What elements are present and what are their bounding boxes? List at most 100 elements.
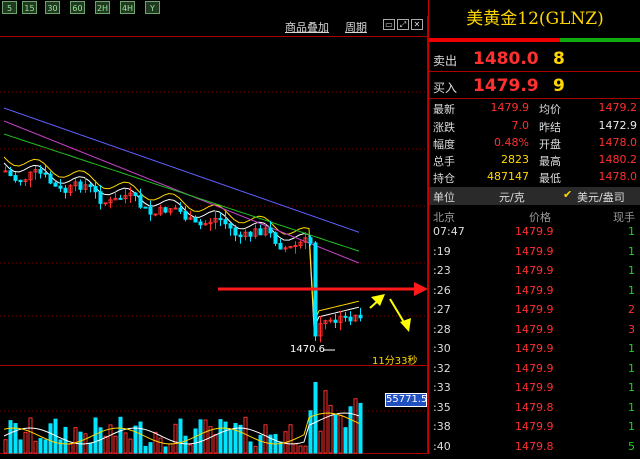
tick-row: :30 1479.9 1: [433, 342, 635, 355]
volume-bar: [148, 442, 153, 454]
period-30-button[interactable]: 30: [45, 1, 60, 14]
volume-bar: [318, 430, 323, 454]
candle-body: [358, 314, 363, 319]
volume-bar: [338, 414, 343, 454]
candle-body: [98, 191, 103, 204]
restore-icon[interactable]: ▭: [383, 19, 395, 30]
tick-row: :38 1479.9 1: [433, 420, 635, 433]
volume-bar: [73, 427, 78, 454]
volume-bar: [153, 431, 158, 454]
volume-bar: [3, 439, 8, 454]
tick-row: :26 1479.9 1: [433, 283, 635, 297]
candle-body: [178, 207, 183, 212]
maximize-icon[interactable]: ⤢: [397, 19, 409, 30]
volume-bar: [168, 443, 173, 454]
volume-bar: [238, 424, 243, 454]
unit-row: 单位 元/克 ✔ 美元/盎司: [429, 187, 640, 205]
period-15-button[interactable]: 15: [22, 1, 37, 14]
candle-body: [138, 195, 143, 208]
volume-bar: [333, 414, 338, 454]
volume-bar: [198, 419, 203, 454]
candle-body: [183, 210, 188, 220]
sell-label: 卖出: [433, 54, 458, 68]
period-link[interactable]: 周期: [345, 19, 367, 35]
check-icon: ✔: [563, 188, 573, 201]
red-arrowhead-icon: [414, 282, 428, 296]
buy-volume: 9: [553, 76, 565, 96]
volume-bar: [158, 437, 163, 454]
buy-label: 买入: [433, 81, 458, 95]
candle-body: [93, 185, 98, 193]
stat-row: 幅度 0.48% 开盘 1478.0: [433, 136, 637, 151]
candle-body: [333, 319, 338, 323]
candle-body: [193, 217, 198, 223]
volume-bar: [183, 435, 188, 454]
candle-body: [268, 227, 273, 234]
volume-bar: [133, 425, 138, 454]
candle-body: [38, 169, 43, 174]
volume-bar: [128, 438, 133, 454]
volume-bar: [78, 431, 83, 454]
ticks-header: 北京 价格 现手: [433, 211, 635, 224]
volume-bar: [173, 423, 178, 454]
volume-bar: [188, 444, 193, 454]
volume-bar: [123, 432, 128, 454]
candle-body: [63, 187, 68, 193]
tick-row: :32 1479.9 1: [433, 361, 635, 375]
candle-body: [148, 206, 153, 215]
volume-bar: [248, 441, 253, 454]
candle-body: [8, 170, 13, 177]
volume-bar: [118, 416, 123, 454]
candle-body: [348, 316, 353, 322]
volume-bar: [113, 435, 118, 454]
candle-body: [58, 185, 63, 189]
period-4h-button[interactable]: 4H: [120, 1, 135, 14]
candle-body: [278, 242, 283, 250]
stat-row: 持仓 487147 最低 1478.0: [433, 170, 637, 185]
tick-row: :40 1479.8 5: [433, 439, 635, 453]
candle-body: [273, 232, 278, 244]
kline-chart[interactable]: 商品叠加 周期 ▭ ⤢ ✕ 1470.6 11分33秒 55771.5: [0, 16, 428, 454]
volume-bar: [288, 424, 293, 454]
moving-average-line: [3, 107, 360, 233]
kline-svg: [0, 16, 428, 454]
candle-body: [13, 175, 18, 181]
period-5-button[interactable]: 5: [2, 1, 17, 14]
volume-bar: [203, 419, 208, 454]
volume-bar: [313, 381, 318, 454]
overlay-link[interactable]: 商品叠加: [285, 19, 329, 35]
volume-bar: [178, 418, 183, 454]
volume-bar: [88, 442, 93, 454]
volume-bar: [23, 431, 28, 454]
tick-row: :27 1479.9 2: [433, 303, 635, 316]
unit-cny-option[interactable]: 元/克: [499, 189, 525, 205]
candle-body: [103, 202, 108, 205]
bid-ask-ratio-bar: [429, 38, 640, 44]
candle-body: [248, 231, 253, 237]
candle-body: [163, 207, 168, 213]
volume-bar: [43, 439, 48, 454]
candle-body: [43, 172, 48, 175]
tick-row: :33 1479.9 1: [433, 381, 635, 394]
period-60-button[interactable]: 60: [70, 1, 85, 14]
volume-bar: [48, 423, 53, 454]
period-2h-button[interactable]: 2H: [95, 1, 110, 14]
volume-value-badge: 55771.5: [385, 393, 428, 407]
candle-body: [218, 217, 223, 221]
stat-row: 总手 2823 最高 1480.2: [433, 153, 637, 168]
volume-bar: [328, 404, 333, 454]
volume-bar: [303, 445, 308, 454]
period-day-button[interactable]: Y: [145, 1, 160, 14]
candle-body: [258, 228, 263, 236]
volume-bar: [193, 428, 198, 454]
sell-price: 1480.0: [473, 49, 539, 69]
volume-bar: [213, 434, 218, 454]
candle-body: [233, 227, 238, 236]
unit-usd-option[interactable]: 美元/盎司: [577, 189, 625, 205]
volume-bar: [143, 445, 148, 454]
volume-bar: [258, 434, 263, 454]
volume-bar: [33, 440, 38, 454]
tick-row: :35 1479.8 1: [433, 400, 635, 414]
close-icon[interactable]: ✕: [411, 19, 423, 30]
volume-bar: [343, 427, 348, 454]
